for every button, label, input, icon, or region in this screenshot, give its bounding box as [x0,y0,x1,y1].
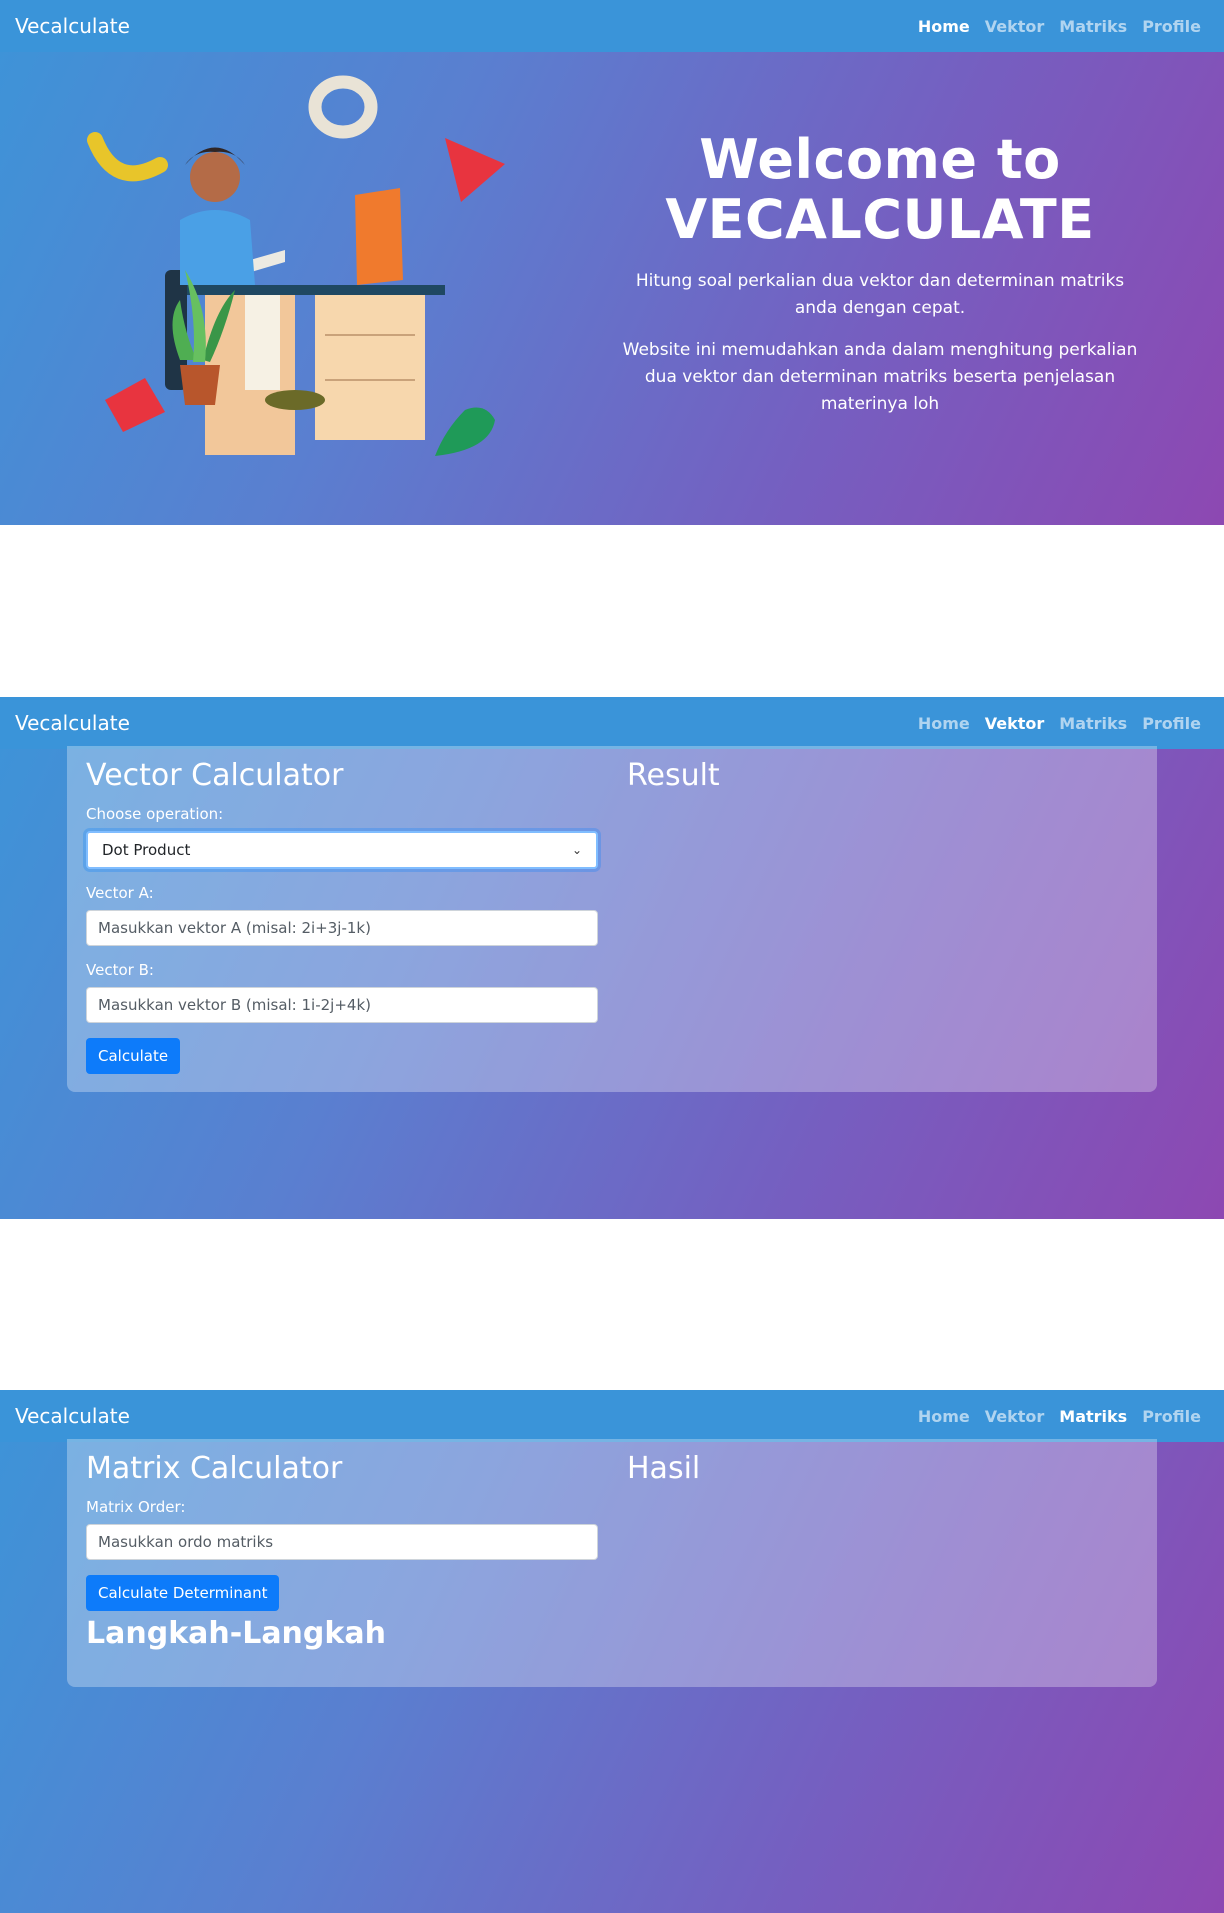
navbar: Vecalculate Home Vektor Matriks Profile [0,0,1224,52]
green-half-circle-shape [435,407,495,456]
navbar: Vecalculate Home Vektor Matriks Profile [0,697,1224,749]
operation-select[interactable]: Dot Product ⌄ [86,831,598,869]
vector-a-label: Vector A: [86,884,154,902]
vector-b-placeholder: Masukkan vektor B (misal: 1i-2j+4k) [98,996,371,1014]
yellow-arc-shape [87,132,168,182]
operation-label: Choose operation: [86,805,224,823]
nav-profile[interactable]: Profile [1142,714,1201,733]
matrix-form: Matrix Calculator Matrix Order: Masukkan… [86,1451,598,1652]
matrix-section: Vecalculate Home Vektor Matriks Profile … [0,1390,1224,1913]
nav-links: Home Vektor Matriks Profile [918,1407,1209,1426]
hero-section: Vecalculate Home Vektor Matriks Profile [0,0,1224,525]
vector-b-label: Vector B: [86,961,154,979]
nav-links: Home Vektor Matriks Profile [918,714,1209,733]
nav-vektor[interactable]: Vektor [985,1407,1045,1426]
nav-home[interactable]: Home [918,714,970,733]
result-title: Result [627,758,720,793]
brand-logo[interactable]: Vecalculate [15,1404,130,1428]
vector-a-placeholder: Masukkan vektor A (misal: 2i+3j-1k) [98,919,371,937]
nav-profile[interactable]: Profile [1142,1407,1201,1426]
nav-home[interactable]: Home [918,17,970,36]
hasil-title: Hasil [627,1451,701,1486]
hero-title: Welcome to VECALCULATE [620,130,1140,250]
vector-title: Vector Calculator [86,758,344,793]
vector-b-input[interactable]: Masukkan vektor B (misal: 1i-2j+4k) [86,987,598,1023]
nav-home[interactable]: Home [918,1407,970,1426]
calculate-determinant-button[interactable]: Calculate Determinant [86,1575,280,1611]
matrix-order-label: Matrix Order: [86,1498,186,1516]
vector-form: Vector Calculator Choose operation: Dot … [86,758,598,1074]
desk-drawer [315,295,425,440]
chevron-down-icon: ⌄ [571,843,582,857]
hero-title-line1: Welcome to [699,128,1061,191]
torus-shape [308,75,378,139]
matrix-card: Matrix Calculator Matrix Order: Masukkan… [67,1439,1157,1687]
brand-logo[interactable]: Vecalculate [15,14,130,38]
nav-matriks[interactable]: Matriks [1059,17,1127,36]
brand-logo[interactable]: Vecalculate [15,711,130,735]
plant-pot [180,365,220,405]
hero-subdescription: Website ini memudahkan anda dalam menghi… [622,340,1138,414]
nav-vektor[interactable]: Vektor [985,17,1045,36]
matrix-title: Matrix Calculator [86,1451,343,1486]
vector-section: Vecalculate Home Vektor Matriks Profile … [0,697,1224,1219]
nav-profile[interactable]: Profile [1142,17,1201,36]
steps-title: Langkah-Langkah [86,1616,386,1651]
hero-illustration [87,75,505,456]
nav-matriks[interactable]: Matriks [1059,714,1127,733]
navbar: Vecalculate Home Vektor Matriks Profile [0,1390,1224,1442]
matrix-order-input[interactable]: Masukkan ordo matriks [86,1524,598,1560]
nav-matriks[interactable]: Matriks [1059,1407,1127,1426]
nav-links: Home Vektor Matriks Profile [918,17,1209,36]
hero-title-line2: VECALCULATE [665,188,1095,251]
hero-text: Welcome to VECALCULATE Hitung soal perka… [620,130,1140,418]
operation-selected-value: Dot Product [102,841,191,859]
vector-a-input[interactable]: Masukkan vektor A (misal: 2i+3j-1k) [86,910,598,946]
matrix-order-placeholder: Masukkan ordo matriks [98,1533,274,1551]
nav-vektor[interactable]: Vektor [985,714,1045,733]
matrix-result-panel: Hasil [598,1451,1138,1652]
red-triangle-shape [445,138,505,202]
red-cube-shape [105,378,165,432]
vector-result-panel: Result [598,758,1138,1074]
vector-card: Vector Calculator Choose operation: Dot … [67,746,1157,1092]
hero-description: Hitung soal perkalian dua vektor dan det… [635,271,1125,318]
calculate-button[interactable]: Calculate [86,1038,181,1074]
